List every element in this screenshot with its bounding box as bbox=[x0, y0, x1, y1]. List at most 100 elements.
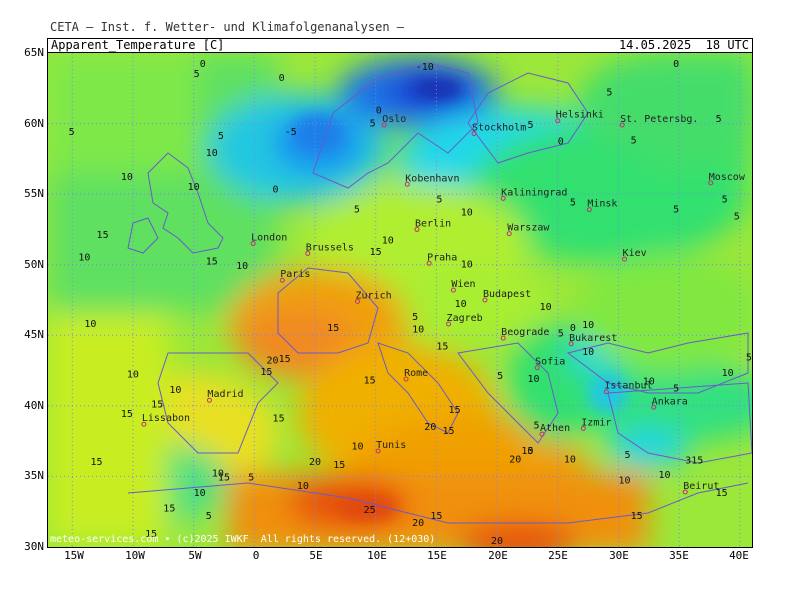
city-label: Ankara bbox=[652, 396, 688, 407]
contour-value-label: 15 bbox=[327, 323, 339, 334]
contour-value-label: 5 bbox=[734, 212, 740, 223]
lon-label-5w: 5W bbox=[188, 549, 202, 562]
contour-value-label: 5 bbox=[673, 384, 679, 395]
contour-value-label: 10 bbox=[84, 319, 96, 330]
contour-value-label: 0 bbox=[673, 59, 679, 70]
city-label: Beograde bbox=[501, 327, 549, 338]
contour-value-label: 15 bbox=[442, 426, 454, 437]
lon-label-30e: 30E bbox=[609, 549, 629, 562]
lat-label-60n: 60N bbox=[24, 117, 44, 130]
contour-value-label: 10 bbox=[382, 236, 394, 247]
contour-value-label: 20 bbox=[412, 518, 424, 529]
contour-value-label: 10 bbox=[461, 260, 473, 271]
city-label: Madrid bbox=[207, 389, 243, 400]
lat-label-45n: 45N bbox=[24, 328, 44, 341]
contour-value-label: 25 bbox=[364, 505, 376, 516]
contour-value-label: 10 bbox=[461, 207, 473, 218]
city-label: London bbox=[251, 233, 287, 244]
contour-value-label: 5 bbox=[436, 195, 442, 206]
contour-value-label: 10 bbox=[618, 475, 630, 486]
contour-value-label: 15 bbox=[631, 511, 643, 522]
city-label: Praha bbox=[427, 252, 457, 263]
contour-value-label: 20 bbox=[309, 457, 321, 468]
contour-value-label: 5 bbox=[497, 371, 503, 382]
city-label: Minsk bbox=[587, 199, 617, 210]
city-label: Tunis bbox=[376, 440, 406, 451]
city-label: Stockholm bbox=[472, 122, 526, 133]
contour-value-label: 15 bbox=[364, 375, 376, 386]
contour-value-label: 15 bbox=[97, 230, 109, 241]
contour-value-label: 10 bbox=[527, 374, 539, 385]
contour-value-label: 5 bbox=[194, 69, 200, 80]
contour-value-label: 10 bbox=[212, 468, 224, 479]
contour-value-label: 5 bbox=[722, 195, 728, 206]
contour-value-label: 0 bbox=[558, 137, 564, 148]
city-label: Helsinki bbox=[556, 110, 604, 121]
city-label: Warszaw bbox=[507, 223, 550, 234]
lon-label-10w: 10W bbox=[125, 549, 145, 562]
contour-value-label: 5 bbox=[673, 204, 679, 215]
city-label: St. Petersbg. bbox=[620, 114, 698, 125]
lat-label-35n: 35N bbox=[24, 469, 44, 482]
contour-value-label: 10 bbox=[127, 370, 139, 381]
city-label: Bukarest bbox=[569, 333, 617, 344]
contour-value-label: 0 bbox=[376, 106, 382, 117]
contour-value-label: 15 bbox=[121, 409, 133, 420]
source-line: CETA — Inst. f. Wetter- und Klimafolgena… bbox=[50, 20, 405, 34]
lon-label-25e: 25E bbox=[548, 549, 568, 562]
city-label: Paris bbox=[280, 269, 310, 280]
contour-value-label: 10 bbox=[540, 302, 552, 313]
lon-label-10e: 10E bbox=[367, 549, 387, 562]
contour-value-label: 5 bbox=[606, 87, 612, 98]
lat-label-50n: 50N bbox=[24, 258, 44, 271]
contour-value-label: 10 bbox=[78, 252, 90, 263]
lon-label-5e: 5E bbox=[309, 549, 323, 562]
contour-value-label: 0 bbox=[279, 73, 285, 84]
contour-value-label: 0 bbox=[200, 59, 206, 70]
city-label: Beirut bbox=[683, 481, 719, 492]
contour-value-label: 15 bbox=[90, 457, 102, 468]
contour-value-label: -5 bbox=[285, 127, 297, 138]
contour-value-label: 10 bbox=[236, 261, 248, 272]
lon-label-15w: 15W bbox=[64, 549, 84, 562]
lon-label-40e: 40E bbox=[729, 549, 749, 562]
lat-label-40n: 40N bbox=[24, 399, 44, 412]
contour-value-label: 10 bbox=[722, 368, 734, 379]
contour-value-label: 315 bbox=[685, 456, 703, 467]
contour-value-label: 10 bbox=[412, 324, 424, 335]
contour-value-label: 5 bbox=[248, 473, 254, 484]
lon-label-35e: 35E bbox=[669, 549, 689, 562]
contour-value-label: 5 bbox=[69, 127, 75, 138]
contour-value-label: 5 bbox=[412, 312, 418, 323]
contour-value-label: 5 bbox=[631, 135, 637, 146]
contour-value-label: 10 bbox=[564, 454, 576, 465]
contour-value-label: 0 bbox=[273, 185, 279, 196]
contour-value-label: 5 bbox=[354, 204, 360, 215]
contour-value-label: 15 bbox=[449, 405, 461, 416]
city-label: Sofia bbox=[535, 357, 565, 368]
temperature-map: Oslo Stockholm Helsinki St. Petersbg. Moscow… bbox=[47, 52, 753, 548]
contour-value-label: 10 bbox=[169, 385, 181, 396]
lat-label-30n: 30N bbox=[24, 540, 44, 553]
contour-value-label: 15 bbox=[370, 247, 382, 258]
contour-value-label: 10 bbox=[582, 347, 594, 358]
contour-value-label: 0 bbox=[570, 323, 576, 334]
city-label: Izmir bbox=[581, 417, 611, 428]
city-label: Brussels bbox=[306, 242, 354, 253]
title-bar: Apparent_Temperature [C] 14.05.2025 18 U… bbox=[47, 38, 753, 53]
contour-value-label: 10 bbox=[659, 470, 671, 481]
contour-value-label: 5 bbox=[558, 329, 564, 340]
contour-value-label: 5 bbox=[527, 446, 533, 457]
city-label: Oslo bbox=[382, 114, 406, 125]
contour-value-label: 10 bbox=[206, 148, 218, 159]
contour-value-label: 15 bbox=[436, 341, 448, 352]
city-label: Berlin bbox=[415, 218, 451, 229]
lat-label-55n: 55N bbox=[24, 187, 44, 200]
contour-value-label: 10 bbox=[351, 442, 363, 453]
contour-value-label: 5 bbox=[527, 120, 533, 131]
contour-value-label: -10 bbox=[416, 62, 434, 73]
lon-label-20e: 20E bbox=[488, 549, 508, 562]
contour-value-label: 15 bbox=[333, 460, 345, 471]
contour-value-label: 5 bbox=[534, 420, 540, 431]
contour-value-label: 5 bbox=[206, 511, 212, 522]
